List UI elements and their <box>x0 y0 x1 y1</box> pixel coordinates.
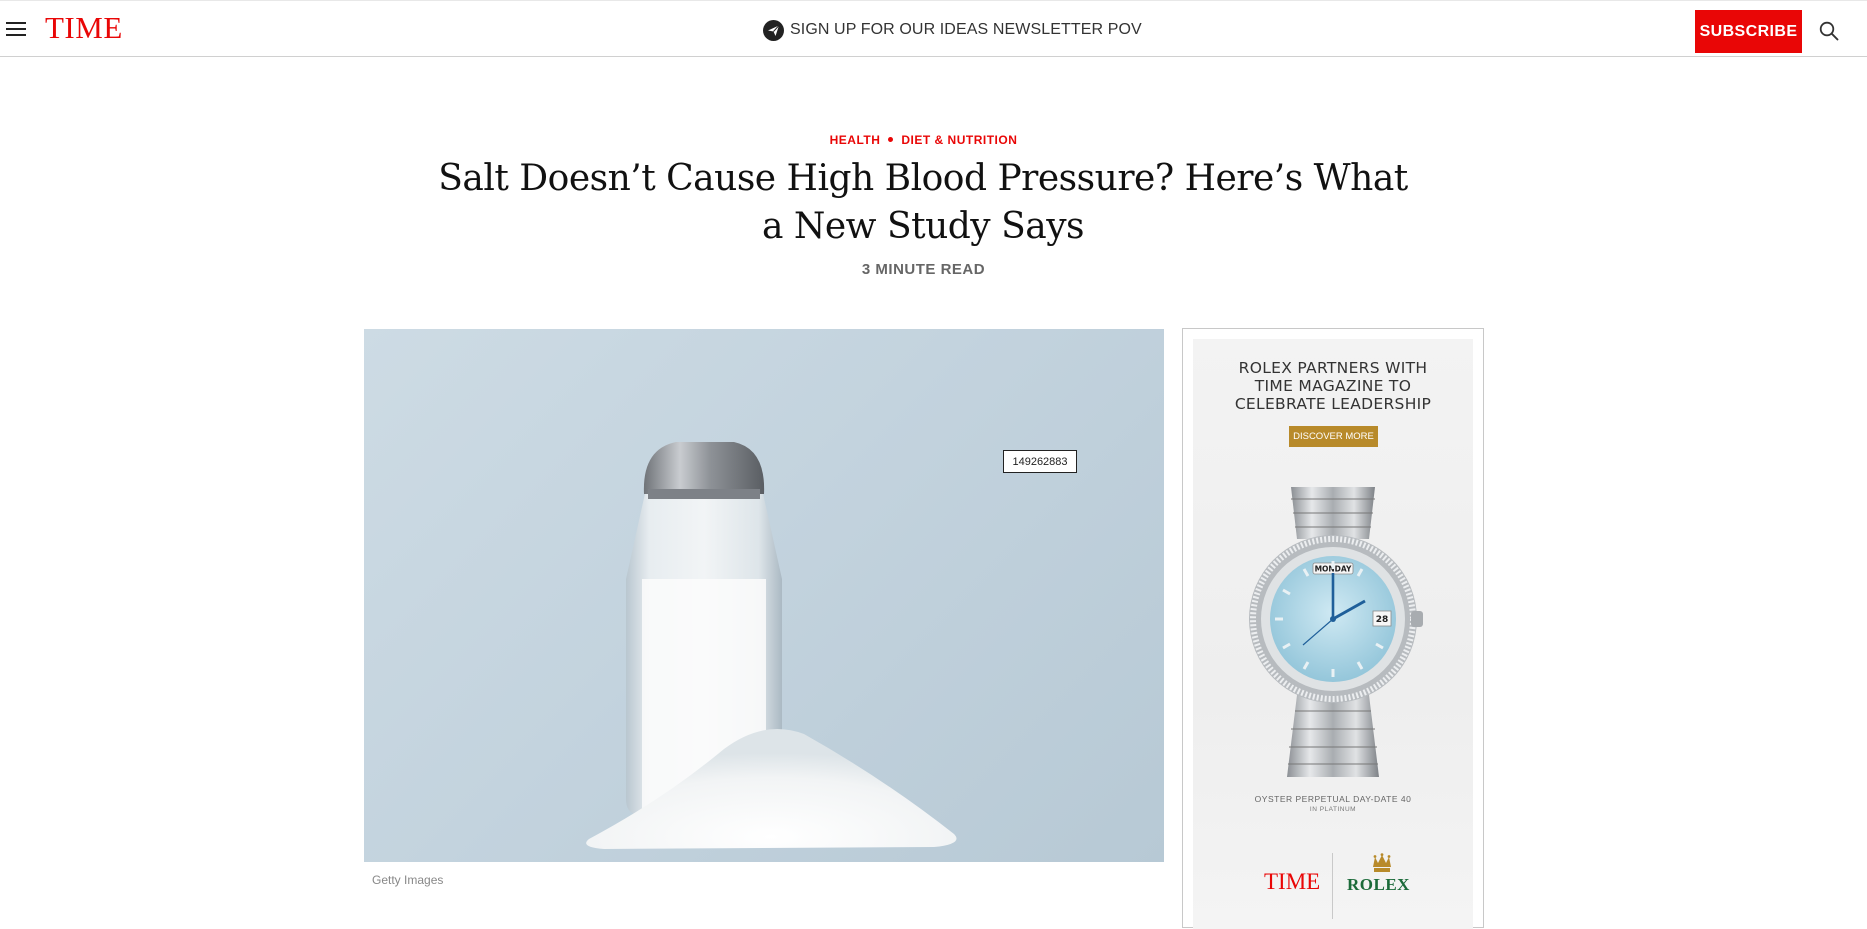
subscribe-button[interactable]: SUBSCRIBE <box>1695 10 1802 53</box>
rolex-crown-icon <box>1373 853 1391 872</box>
ad-watch-model-sub: IN PLATINUM <box>1309 806 1357 813</box>
ad-headline-line: TIME MAGAZINE TO <box>1254 377 1412 395</box>
category-health-link[interactable]: HEALTH <box>830 133 881 147</box>
category-diet-link[interactable]: DIET & NUTRITION <box>901 133 1017 147</box>
ad-headline-line: CELEBRATE LEADERSHIP <box>1234 395 1432 413</box>
category-separator <box>888 137 894 143</box>
article-headline: Salt Doesn’t Cause High Blood Pressure? … <box>438 158 1408 247</box>
ad-headline-line: ROLEX PARTNERS WITH <box>1238 359 1428 377</box>
hero-image <box>364 329 1164 862</box>
menu-icon[interactable] <box>6 21 26 37</box>
article-category: HEALTH DIET & NUTRITION <box>0 133 1847 147</box>
newsletter-signup-link[interactable]: SIGN UP FOR OUR IDEAS NEWSLETTER POV <box>763 19 1142 41</box>
time-logo[interactable]: TIME <box>45 10 123 46</box>
discover-more-button[interactable]: DISCOVER MORE <box>1289 426 1378 447</box>
image-id-tag: 149262883 <box>1003 450 1077 473</box>
watch-date-label: 28 <box>1376 615 1389 625</box>
search-icon[interactable] <box>1819 21 1839 41</box>
top-nav-bar: TIME SIGN UP FOR OUR IDEAS NEWSLETTER PO… <box>0 0 1867 57</box>
read-time: 3 MINUTE READ <box>861 261 986 278</box>
ad-watch-model: OYSTER PERPETUAL DAY-DATE 40 <box>1254 794 1412 804</box>
newsletter-icon <box>763 19 784 41</box>
ad-headline: ROLEX PARTNERS WITH TIME MAGAZINE TO CEL… <box>1193 359 1473 413</box>
image-credit: Getty Images <box>372 873 444 887</box>
rolex-ad[interactable]: ROLEX PARTNERS WITH TIME MAGAZINE TO CEL… <box>1193 339 1473 929</box>
ad-time-logo: TIME <box>1264 869 1321 894</box>
newsletter-text: SIGN UP FOR OUR IDEAS NEWSLETTER POV <box>790 21 1142 38</box>
ad-rolex-logo: ROLEX <box>1347 875 1410 894</box>
watch-image: MONDAY 28 <box>1249 487 1423 777</box>
ad-brand-divider <box>1332 853 1333 919</box>
